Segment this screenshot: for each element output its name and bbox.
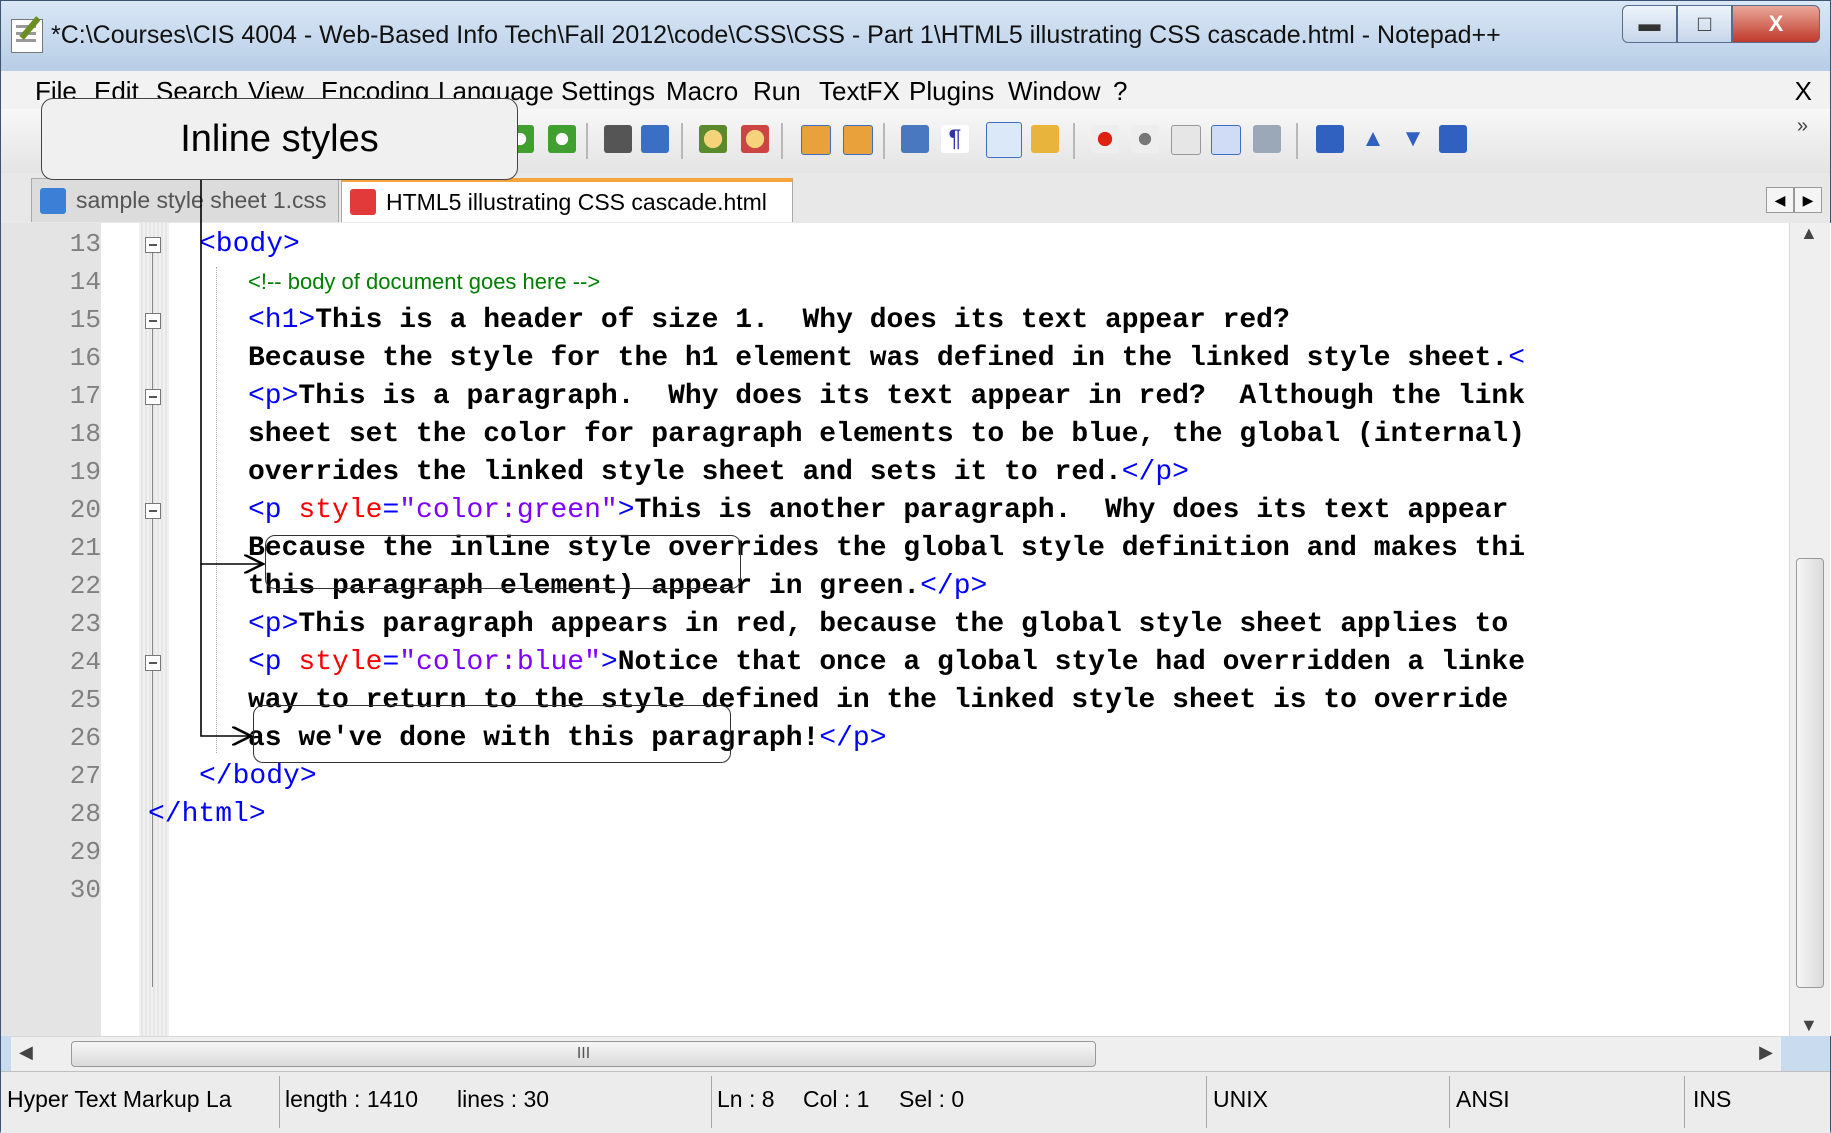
callout-arrows [200, 180, 1831, 1132]
notepadpp-window: *C:\Courses\CIS 4004 - Web-Based Info Te… [0, 0, 1831, 1133]
